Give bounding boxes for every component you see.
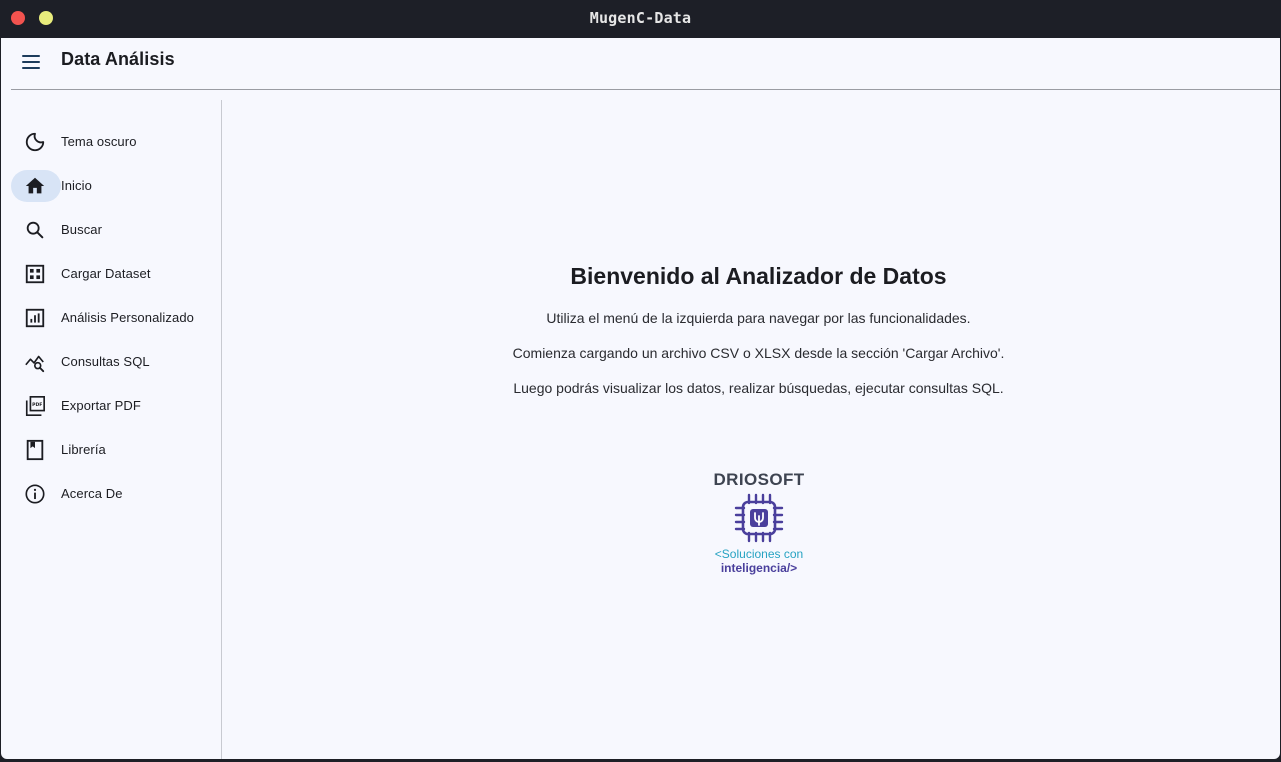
sidebar-item-acerca-de[interactable]: Acerca De: [11, 477, 211, 511]
sidebar-item-label: Exportar PDF: [61, 398, 141, 413]
pdf-icon: PDF: [24, 395, 46, 417]
sidebar-item-label: Tema oscuro: [61, 134, 137, 149]
title-bar: MugenC-Data: [0, 0, 1281, 38]
window-title: MugenC-Data: [589, 9, 692, 27]
sidebar-item-libreria[interactable]: Librería: [11, 433, 211, 467]
sidebar-item-analisis-personalizado[interactable]: Análisis Personalizado: [11, 301, 211, 335]
home-icon: [24, 175, 46, 197]
sidebar-item-buscar[interactable]: Buscar: [11, 213, 211, 247]
menu-icon[interactable]: [20, 50, 44, 74]
sidebar-item-consultas-sql[interactable]: Consultas SQL: [11, 345, 211, 379]
sidebar: Tema oscuro Inicio Buscar Cargar Dataset: [1, 100, 222, 759]
moon-icon: [24, 131, 46, 153]
grid-icon: [24, 263, 46, 285]
logo-tagline: <Soluciones con: [714, 547, 804, 561]
book-icon: [24, 439, 46, 461]
sidebar-item-label: Acerca De: [61, 486, 123, 501]
logo-brand-name: DRIOSOFT: [713, 470, 805, 489]
query-stats-icon: [24, 351, 46, 373]
app-bar-divider: [11, 89, 1280, 90]
sidebar-item-inicio[interactable]: Inicio: [11, 169, 211, 203]
sidebar-item-label: Cargar Dataset: [61, 266, 151, 281]
sidebar-item-label: Análisis Personalizado: [61, 310, 194, 325]
app-window: Data Análisis Tema oscuro Inicio Buscar: [1, 38, 1280, 759]
bar-chart-icon: [24, 307, 46, 329]
sidebar-item-exportar-pdf[interactable]: PDF Exportar PDF: [11, 389, 211, 423]
search-icon: [24, 219, 46, 241]
chip-icon: [734, 493, 784, 543]
main-content: Bienvenido al Analizador de Datos Utiliz…: [222, 100, 1280, 759]
welcome-title: Bienvenido al Analizador de Datos: [570, 263, 947, 289]
sidebar-item-label: Inicio: [61, 178, 92, 193]
info-icon: [24, 483, 46, 505]
sidebar-item-tema-oscuro[interactable]: Tema oscuro: [11, 125, 211, 159]
page-title: Data Análisis: [61, 49, 175, 69]
logo-tagline: inteligencia/>: [720, 561, 798, 575]
welcome-line: Luego podrás visualizar los datos, reali…: [513, 380, 1004, 396]
app-bar: Data Análisis: [1, 38, 1280, 89]
welcome-line: Comienza cargando un archivo CSV o XLSX …: [512, 345, 1005, 361]
sidebar-item-label: Consultas SQL: [61, 354, 150, 369]
driosoft-logo: DRIOSOFT <Soluciones con inteligencia/>: [687, 470, 831, 590]
sidebar-item-cargar-dataset[interactable]: Cargar Dataset: [11, 257, 211, 291]
svg-text:PDF: PDF: [32, 402, 42, 408]
welcome-line: Utiliza el menú de la izquierda para nav…: [546, 310, 971, 326]
sidebar-item-label: Buscar: [61, 222, 103, 237]
sidebar-item-label: Librería: [61, 442, 106, 457]
